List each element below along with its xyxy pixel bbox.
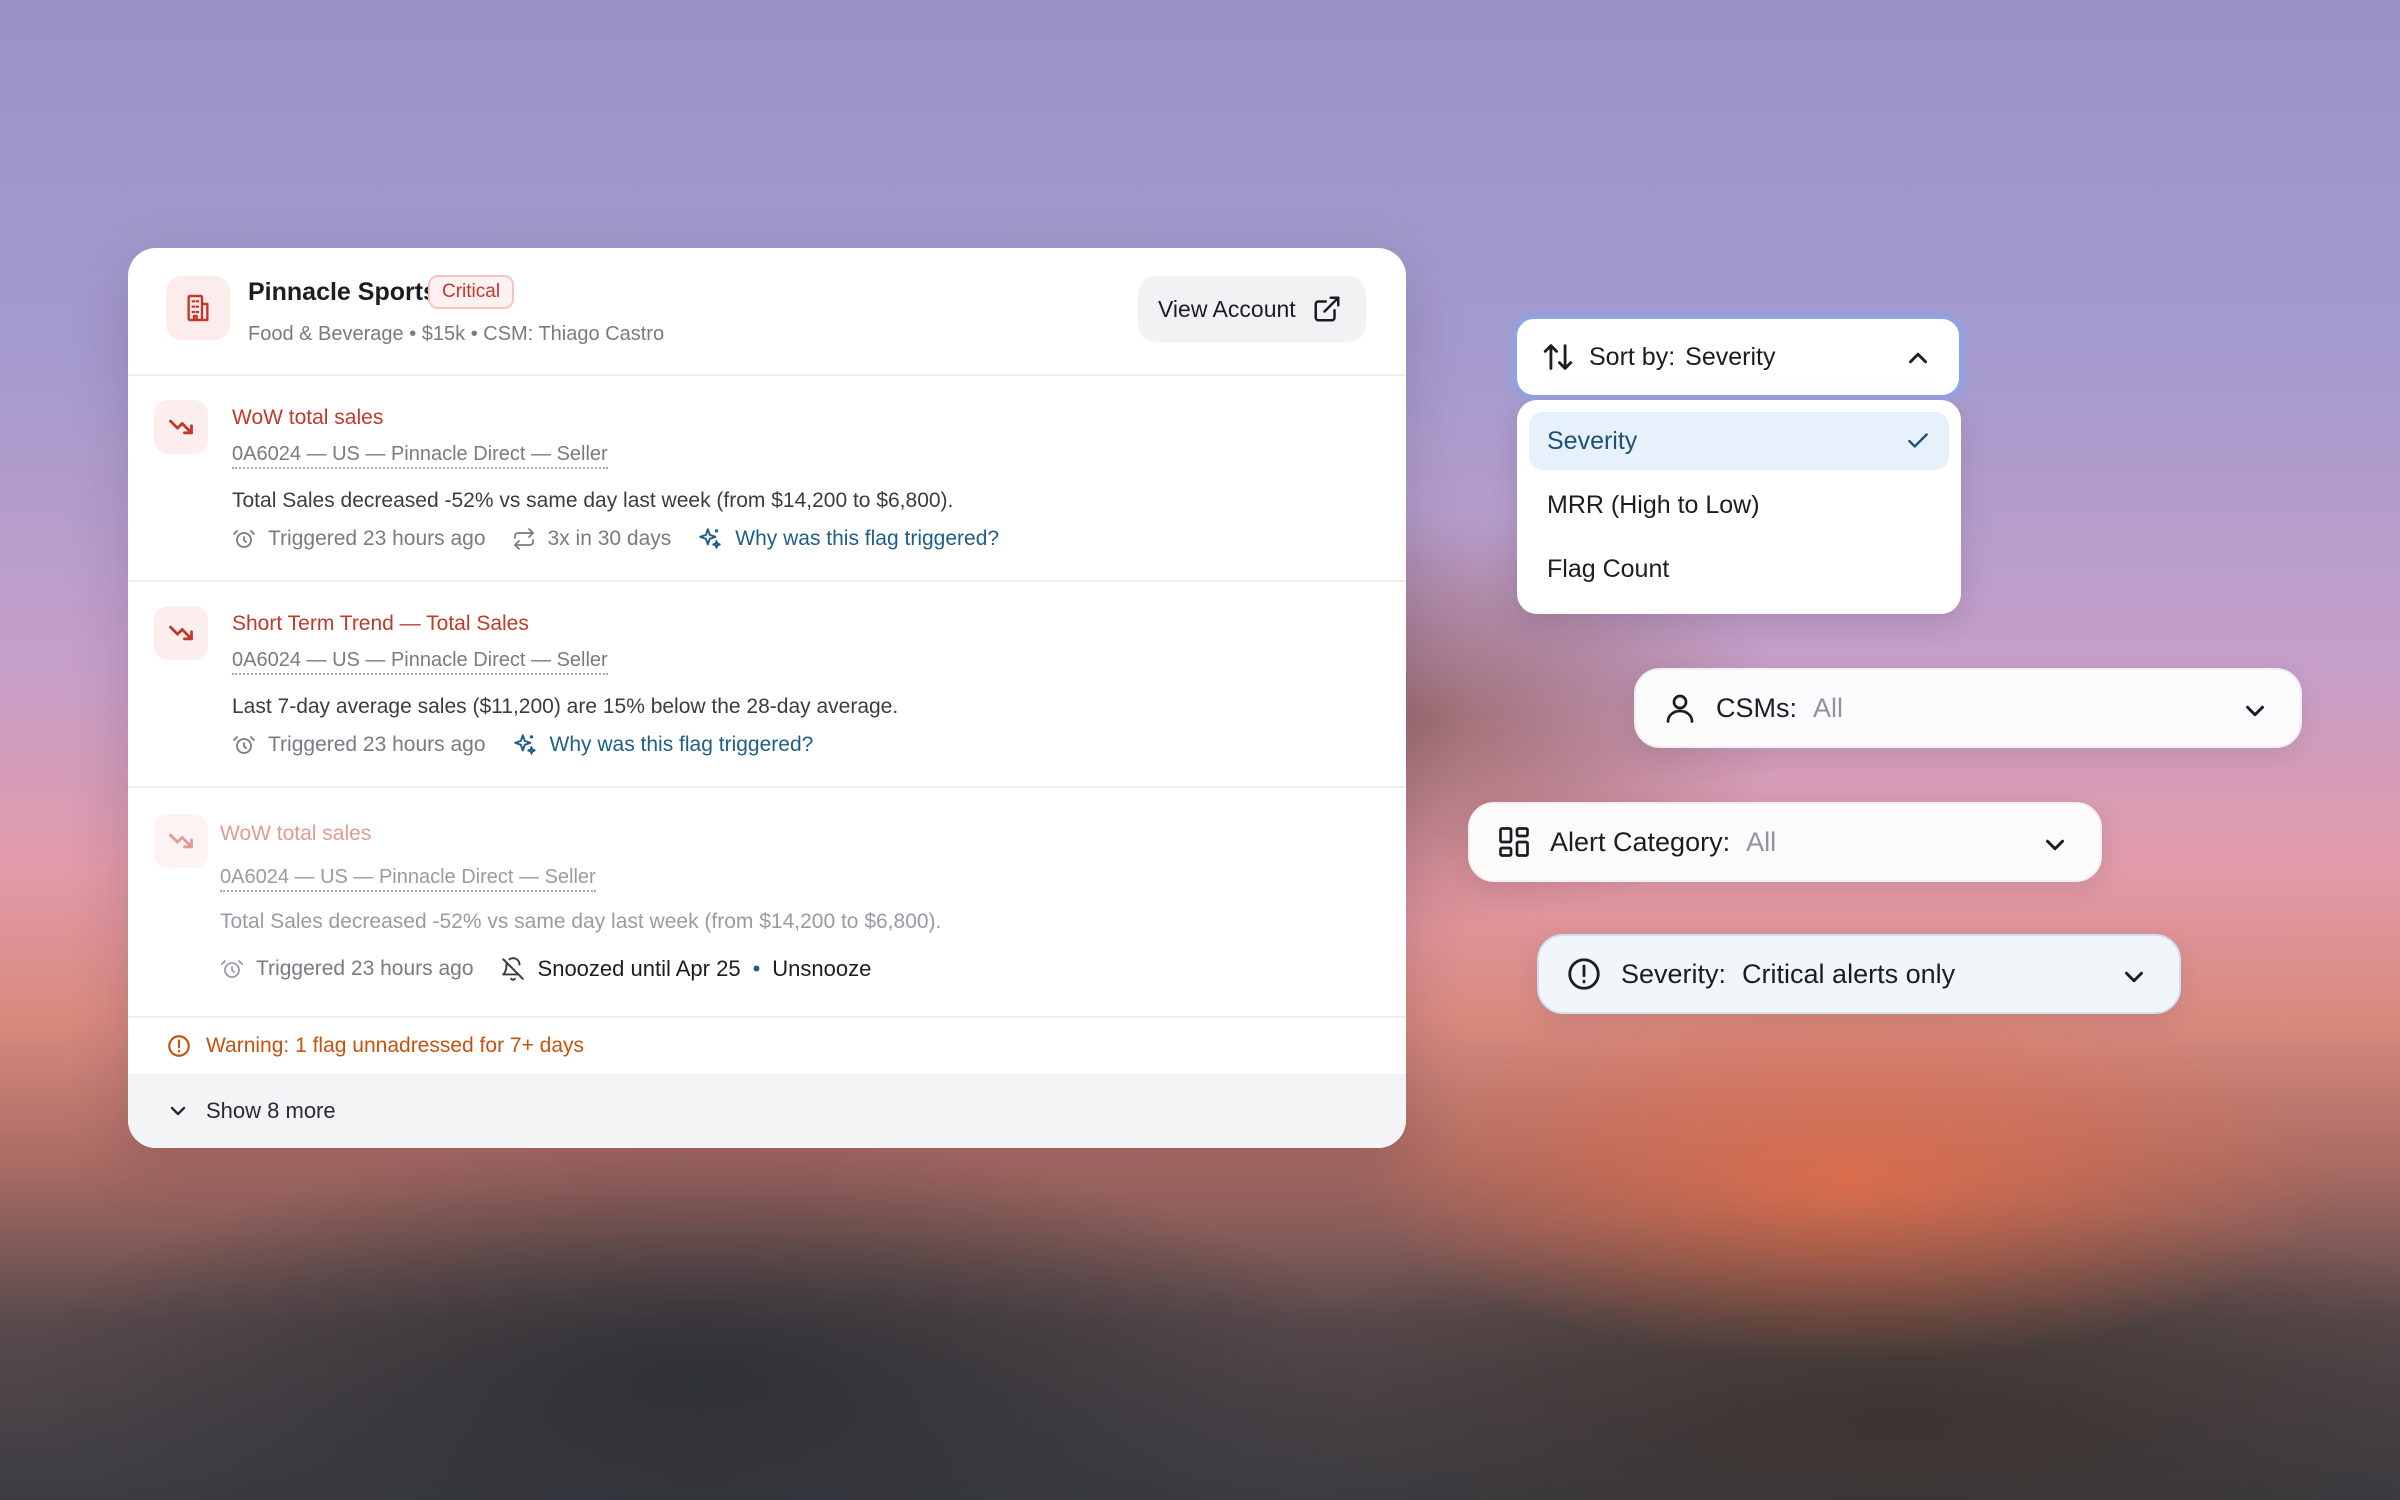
check-icon (1908, 433, 1928, 448)
frequency-info: 3x in 30 days (512, 527, 671, 551)
chevron-down-icon (2046, 839, 2064, 851)
separator-dot: • (752, 956, 761, 981)
sparkles-icon (699, 528, 722, 549)
sort-option-flag-count[interactable]: Flag Count (1529, 540, 1949, 598)
sort-options-menu: Severity MRR (High to Low) Flag Count (1517, 400, 1961, 614)
why-flag-link[interactable]: Why was this flag triggered? (512, 732, 813, 758)
sparkles-icon (513, 734, 536, 755)
show-more-button[interactable]: Show 8 more (128, 1074, 1406, 1148)
flag-source[interactable]: 0A6024 — US — Pinnacle Direct — Seller (220, 866, 596, 892)
chevron-down-icon (2246, 705, 2264, 717)
view-account-button[interactable]: View Account (1138, 276, 1366, 342)
show-more-label: Show 8 more (206, 1098, 336, 1123)
flag-description: Last 7-day average sales ($11,200) are 1… (232, 695, 899, 718)
warning-text: Warning: 1 flag unnadressed for 7+ days (206, 1034, 585, 1057)
csms-label: CSMs: (1716, 692, 1797, 723)
sort-by-dropdown[interactable]: Sort by: Severity (1514, 316, 1962, 398)
severity-filter[interactable]: Severity: Critical alerts only (1537, 934, 2181, 1014)
severity-value: Critical alerts only (1742, 958, 1956, 989)
flag-description: Total Sales decreased -52% vs same day l… (220, 910, 942, 933)
flag-title: WoW total sales (220, 822, 372, 845)
triggered-info: Triggered 23 hours ago (220, 957, 474, 981)
chevron-up-icon (1909, 352, 1927, 364)
flag-source[interactable]: 0A6024 — US — Pinnacle Direct — Seller (232, 649, 608, 675)
building-icon (166, 276, 230, 340)
chevron-down-icon (2125, 971, 2143, 983)
warning-banner: Warning: 1 flag unnadressed for 7+ days (128, 1016, 1406, 1074)
csms-value: All (1813, 692, 1844, 723)
unsnooze-button[interactable]: Unsnooze (772, 956, 871, 982)
trending-down-icon (154, 814, 208, 868)
triggered-info: Triggered 23 hours ago (232, 733, 486, 757)
flag-title: Short Term Trend — Total Sales (232, 612, 529, 635)
repeat-icon (513, 528, 534, 550)
account-name: Pinnacle Sports (248, 278, 437, 306)
flag-meta-row: Triggered 23 hours ago Why was this flag… (232, 732, 839, 758)
flag-title: WoW total sales (232, 406, 384, 429)
alarm-clock-icon (233, 736, 255, 754)
flag-meta-row: Triggered 23 hours ago Snoozed until Apr… (220, 956, 871, 982)
triggered-info: Triggered 23 hours ago (232, 527, 486, 551)
severity-label: Severity: (1621, 958, 1727, 989)
why-flag-link[interactable]: Why was this flag triggered? (697, 526, 999, 552)
flag-item-snoozed: WoW total sales 0A6024 — US — Pinnacle D… (128, 788, 1406, 1016)
sort-label: Sort by: (1589, 342, 1676, 371)
alert-category-label: Alert Category: (1550, 826, 1731, 857)
alarm-clock-icon (233, 530, 255, 548)
snooze-info: Snoozed until Apr 25 (500, 956, 741, 982)
alert-circle-icon (168, 1035, 190, 1057)
bell-off-icon (501, 957, 524, 981)
flag-description: Total Sales decreased -52% vs same day l… (232, 489, 954, 512)
critical-badge: Critical (428, 275, 515, 309)
external-link-icon (1314, 296, 1340, 322)
card-header: Pinnacle Sports Critical Food & Beverage… (128, 248, 1406, 376)
alert-category-value: All (1746, 826, 1777, 857)
csms-filter[interactable]: CSMs: All (1634, 668, 2302, 748)
sort-option-severity[interactable]: Severity (1529, 412, 1949, 470)
sort-option-mrr[interactable]: MRR (High to Low) (1529, 476, 1949, 534)
user-icon (1666, 694, 1694, 723)
account-meta: Food & Beverage • $15k • CSM: Thiago Cas… (248, 323, 665, 345)
trending-down-icon (154, 606, 208, 660)
layout-grid-icon (1499, 827, 1529, 857)
chevron-down-icon (170, 1106, 186, 1116)
alert-circle-icon (1568, 958, 1600, 990)
view-account-label: View Account (1158, 295, 1296, 322)
alert-category-filter[interactable]: Alert Category: All (1468, 802, 2102, 882)
sort-arrows-icon (1543, 344, 1573, 370)
trending-down-icon (154, 400, 208, 454)
flag-meta-row: Triggered 23 hours ago 3x in 30 days Why… (232, 526, 1025, 552)
flag-item: WoW total sales 0A6024 — US — Pinnacle D… (128, 376, 1406, 582)
flag-item: Short Term Trend — Total Sales 0A6024 — … (128, 582, 1406, 788)
sort-value: Severity (1685, 342, 1776, 371)
flag-source[interactable]: 0A6024 — US — Pinnacle Direct — Seller (232, 443, 608, 469)
alarm-clock-icon (221, 960, 243, 978)
account-alert-card: Pinnacle Sports Critical Food & Beverage… (128, 248, 1406, 1148)
